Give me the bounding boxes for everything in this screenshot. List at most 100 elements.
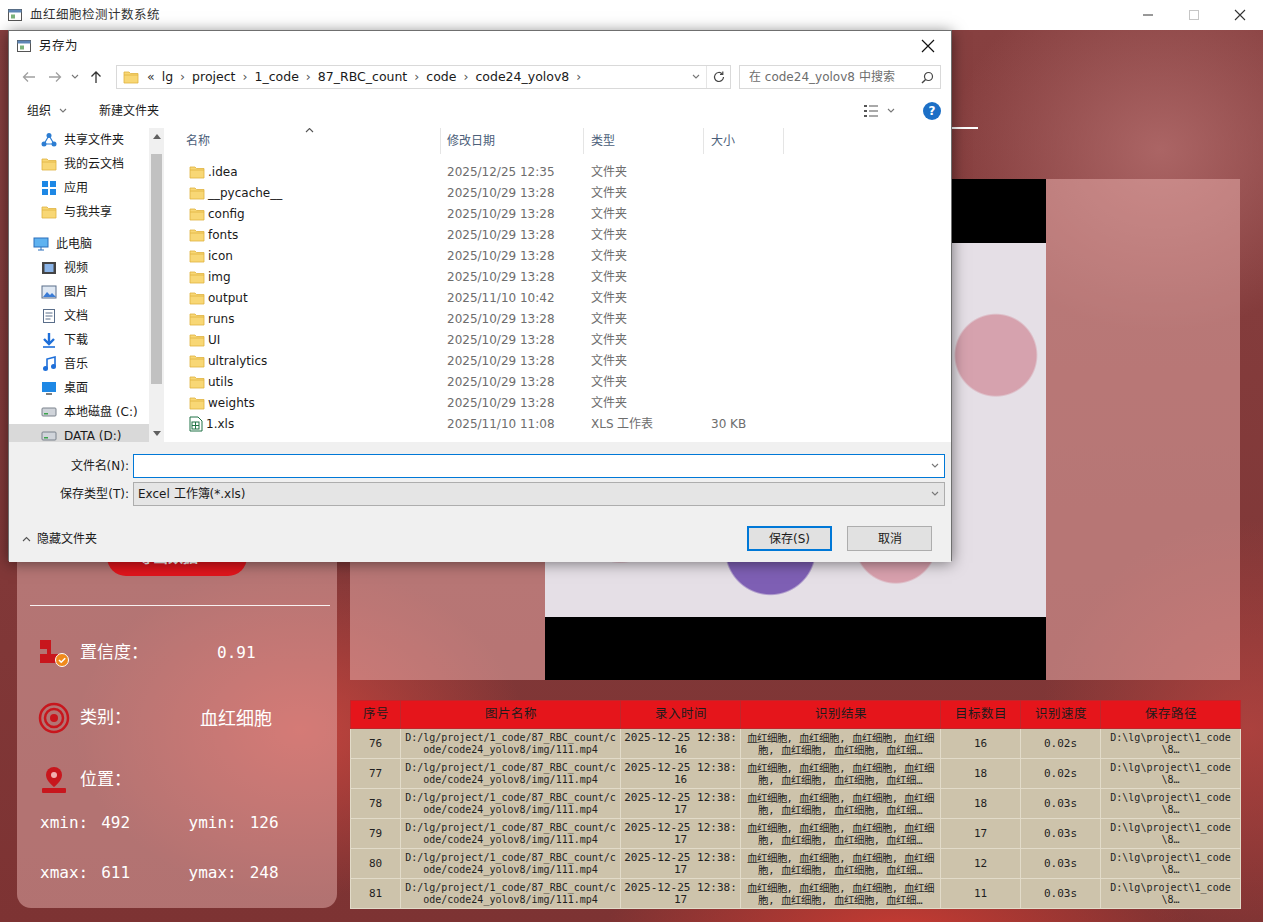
nav-item[interactable]: 下载 (9, 328, 149, 352)
file-name-cell[interactable]: .idea (164, 163, 441, 181)
up-arrow-icon[interactable] (81, 65, 111, 89)
file-name-cell[interactable]: fonts (164, 226, 441, 244)
nav-item[interactable]: 与我共享 (9, 200, 149, 224)
breadcrumb[interactable]: lg (162, 68, 173, 87)
file-name-cell[interactable]: weights (164, 394, 441, 412)
breadcrumb-separator[interactable]: › (180, 68, 185, 87)
dropdown-caret-icon[interactable] (926, 483, 944, 505)
file-name-cell[interactable]: output (164, 289, 441, 307)
breadcrumb-separator[interactable]: › (414, 68, 419, 87)
search-box[interactable]: 在 code24_yolov8 中搜索 (739, 65, 941, 89)
nav-item-label[interactable]: DATA (D:) (64, 427, 121, 442)
file-name[interactable]: runs (208, 310, 234, 328)
close-icon[interactable] (905, 31, 951, 61)
history-caret-icon[interactable] (69, 65, 81, 89)
nav-item[interactable]: DATA (D:) (9, 424, 149, 442)
file-name-cell[interactable]: icon (164, 247, 441, 265)
file-row[interactable]: __pycache__2025/10/29 13:28文件夹 (164, 182, 951, 203)
file-row[interactable]: UI2025/10/29 13:28文件夹 (164, 329, 951, 350)
breadcrumb-separator[interactable]: › (576, 68, 581, 87)
column-header[interactable]: 类型 (584, 128, 704, 154)
breadcrumb[interactable]: code (426, 68, 456, 87)
nav-item[interactable]: 音乐 (9, 352, 149, 376)
nav-item[interactable]: 共享文件夹 (9, 128, 149, 152)
file-name-cell[interactable]: 1.xls (164, 415, 441, 433)
file-name[interactable]: 1.xls (206, 415, 234, 433)
path-overflow[interactable]: « (147, 68, 155, 87)
save-button[interactable]: 保存(S) (747, 526, 832, 551)
file-row[interactable]: img2025/10/29 13:28文件夹 (164, 266, 951, 287)
file-name-cell[interactable]: UI (164, 331, 441, 349)
column-header[interactable]: 识别速度 (1021, 701, 1101, 729)
file-name[interactable]: config (208, 205, 245, 223)
nav-item-label[interactable]: 桌面 (64, 379, 88, 397)
nav-item-label[interactable]: 下载 (64, 331, 88, 349)
file-name-cell[interactable]: config (164, 205, 441, 223)
file-name[interactable]: __pycache__ (208, 184, 282, 202)
file-name[interactable]: icon (208, 247, 233, 265)
column-header[interactable]: 名称 (164, 128, 441, 154)
column-header[interactable]: 录入时间 (621, 701, 741, 729)
table-row[interactable]: 79D:/lg/project/1_code/87_RBC_count/code… (351, 819, 1241, 849)
forward-arrow-icon[interactable] (41, 65, 69, 89)
file-name-cell[interactable]: utils (164, 373, 441, 391)
file-name[interactable]: UI (208, 331, 220, 349)
nav-item[interactable]: 文档 (9, 304, 149, 328)
nav-item-label[interactable]: 应用 (64, 179, 88, 197)
scroll-up-icon[interactable] (149, 128, 164, 145)
nav-item[interactable]: 我的云文档 (9, 152, 149, 176)
hide-folders-toggle[interactable]: 隐藏文件夹 (22, 530, 97, 548)
scroll-down-icon[interactable] (149, 425, 164, 442)
file-name-cell[interactable]: __pycache__ (164, 184, 441, 202)
column-header[interactable]: 识别结果 (741, 701, 941, 729)
file-name[interactable]: img (208, 268, 231, 286)
filename-input[interactable] (134, 455, 926, 477)
table-row[interactable]: 77D:/lg/project/1_code/87_RBC_count/code… (351, 759, 1241, 789)
file-name-cell[interactable]: ultralytics (164, 352, 441, 370)
file-name[interactable]: ultralytics (208, 352, 267, 370)
column-header[interactable]: 大小 (704, 128, 784, 154)
breadcrumb[interactable]: code24_yolov8 (475, 68, 569, 87)
column-header[interactable]: 序号 (351, 701, 401, 729)
refresh-icon[interactable] (706, 66, 730, 88)
hide-folders-label[interactable]: 隐藏文件夹 (37, 530, 97, 548)
organize-button[interactable]: 组织 (27, 102, 67, 120)
cancel-button[interactable]: 取消 (847, 526, 932, 551)
nav-item-label[interactable]: 图片 (64, 283, 88, 301)
nav-item[interactable]: 图片 (9, 280, 149, 304)
breadcrumb-separator[interactable]: › (242, 68, 247, 87)
filetype-value[interactable]: Excel 工作簿(*.xls) (138, 485, 245, 503)
nav-item-label[interactable]: 本地磁盘 (C:) (64, 403, 138, 421)
new-folder-button[interactable]: 新建文件夹 (99, 102, 159, 120)
column-header[interactable]: 保存路径 (1101, 701, 1241, 729)
filename-field[interactable] (133, 454, 945, 478)
close-icon[interactable] (1217, 0, 1263, 30)
column-header[interactable]: 修改日期 (441, 128, 584, 154)
file-name[interactable]: weights (208, 394, 255, 412)
nav-item[interactable]: 桌面 (9, 376, 149, 400)
file-row[interactable]: output2025/11/10 10:42文件夹 (164, 287, 951, 308)
table-row[interactable]: 78D:/lg/project/1_code/87_RBC_count/code… (351, 789, 1241, 819)
nav-item[interactable]: 应用 (9, 176, 149, 200)
table-row[interactable]: 80D:/lg/project/1_code/87_RBC_count/code… (351, 849, 1241, 879)
file-row[interactable]: utils2025/10/29 13:28文件夹 (164, 371, 951, 392)
help-button[interactable]: ? (923, 102, 941, 120)
file-row[interactable]: ultralytics2025/10/29 13:28文件夹 (164, 350, 951, 371)
file-row[interactable]: config2025/10/29 13:28文件夹 (164, 203, 951, 224)
nav-item-label[interactable]: 我的云文档 (64, 155, 124, 173)
breadcrumb-separator[interactable]: › (306, 68, 311, 87)
file-name-cell[interactable]: img (164, 268, 441, 286)
address-bar[interactable]: «lg›project›1_code›87_RBC_count›code›cod… (116, 65, 731, 89)
breadcrumb[interactable]: 87_RBC_count (318, 68, 407, 87)
nav-item[interactable]: 本地磁盘 (C:) (9, 400, 149, 424)
minimize-icon[interactable] (1125, 0, 1171, 30)
table-row[interactable]: 76D:/lg/project/1_code/87_RBC_count/code… (351, 729, 1241, 759)
organize-label[interactable]: 组织 (27, 102, 51, 120)
search-placeholder[interactable]: 在 code24_yolov8 中搜索 (749, 68, 895, 86)
scrollbar-thumb[interactable] (151, 154, 162, 384)
file-row[interactable]: icon2025/10/29 13:28文件夹 (164, 245, 951, 266)
nav-item[interactable]: 视频 (9, 256, 149, 280)
file-name[interactable]: utils (208, 373, 233, 391)
file-name[interactable]: .idea (208, 163, 238, 181)
file-row[interactable]: .idea2025/12/25 12:35文件夹 (164, 161, 951, 182)
